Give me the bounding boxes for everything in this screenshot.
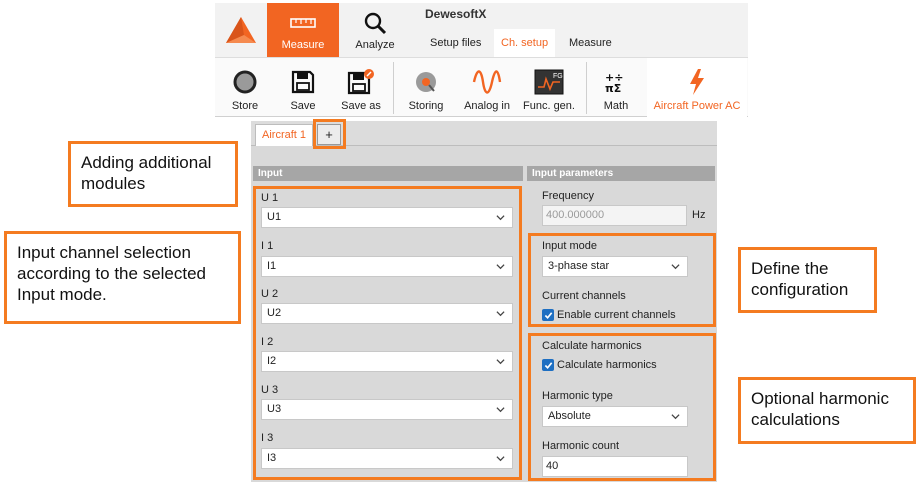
highlight-harmonics [528, 333, 716, 481]
callout-adding-modules: Adding additional modules [68, 141, 238, 207]
store-label: Store [231, 100, 259, 112]
tab-aircraft-1[interactable]: Aircraft 1 [255, 124, 314, 146]
math-icon: +÷ πΣ [604, 67, 628, 97]
main-tab-analyze[interactable]: Analyze [339, 3, 411, 57]
input-section-header: Input [253, 166, 523, 181]
save-as-label: Save as [341, 100, 381, 112]
callout-input-channel-selection: Input channel selection according to the… [4, 231, 241, 324]
callout-harmonic-calculations: Optional harmonic calculations [738, 377, 916, 444]
toolbar-divider [393, 62, 394, 114]
aircraft-power-ac-label: Aircraft Power AC [653, 100, 741, 112]
highlight-input-channels [253, 186, 522, 480]
analog-in-label: Analog in [464, 100, 510, 112]
ribbon-top: Measure Analyze DewesoftX Setup files Ch… [215, 3, 748, 57]
toolbar-divider [586, 62, 587, 114]
app-title: DewesoftX [425, 7, 487, 21]
sine-wave-icon [472, 67, 502, 97]
math-button[interactable]: +÷ πΣ Math [593, 58, 639, 118]
magnifier-icon [363, 10, 387, 36]
math-label: Math [603, 100, 629, 112]
function-generator-icon: FG [534, 67, 564, 97]
main-tab-measure[interactable]: Measure [267, 3, 339, 57]
sub-tab-setup-files[interactable]: Setup files [423, 29, 488, 57]
save-as-button[interactable]: Save as [337, 58, 385, 118]
dewesoft-logo [215, 3, 267, 57]
func-gen-button[interactable]: FG Func. gen. [521, 58, 577, 118]
callout-define-configuration: Define the configuration [738, 247, 877, 313]
floppy-edit-icon [347, 67, 375, 97]
store-button[interactable]: Store [223, 58, 267, 118]
save-label: Save [290, 100, 316, 112]
storing-button[interactable]: Storing [401, 58, 451, 118]
save-button[interactable]: Save [279, 58, 327, 118]
frequency-unit: Hz [692, 209, 706, 221]
main-tab-label: Measure [281, 39, 325, 51]
sub-tab-ch-setup[interactable]: Ch. setup [494, 29, 556, 57]
func-gen-label: Func. gen. [523, 100, 575, 112]
analog-in-button[interactable]: Analog in [459, 58, 515, 118]
storing-label: Storing [408, 100, 444, 112]
sub-tab-measure[interactable]: Measure [562, 29, 619, 57]
storing-icon [413, 67, 439, 97]
main-tab-label: Analyze [355, 39, 395, 51]
floppy-icon [291, 67, 315, 97]
frequency-label: Frequency [542, 190, 594, 202]
frequency-field: 400.000000 [542, 205, 687, 226]
input-parameters-header: Input parameters [527, 166, 715, 181]
aircraft-power-ac-button[interactable]: Aircraft Power AC [647, 58, 747, 118]
highlight-add-module [313, 119, 346, 149]
highlight-configuration [528, 233, 716, 327]
lightning-icon [687, 67, 707, 97]
svg-text:πΣ: πΣ [605, 82, 621, 94]
svg-text:FG: FG [553, 73, 563, 80]
record-icon [232, 67, 258, 97]
ribbon-toolbar: Store Save Save as Storing Analog in FG … [215, 57, 748, 118]
ruler-icon [290, 10, 316, 36]
